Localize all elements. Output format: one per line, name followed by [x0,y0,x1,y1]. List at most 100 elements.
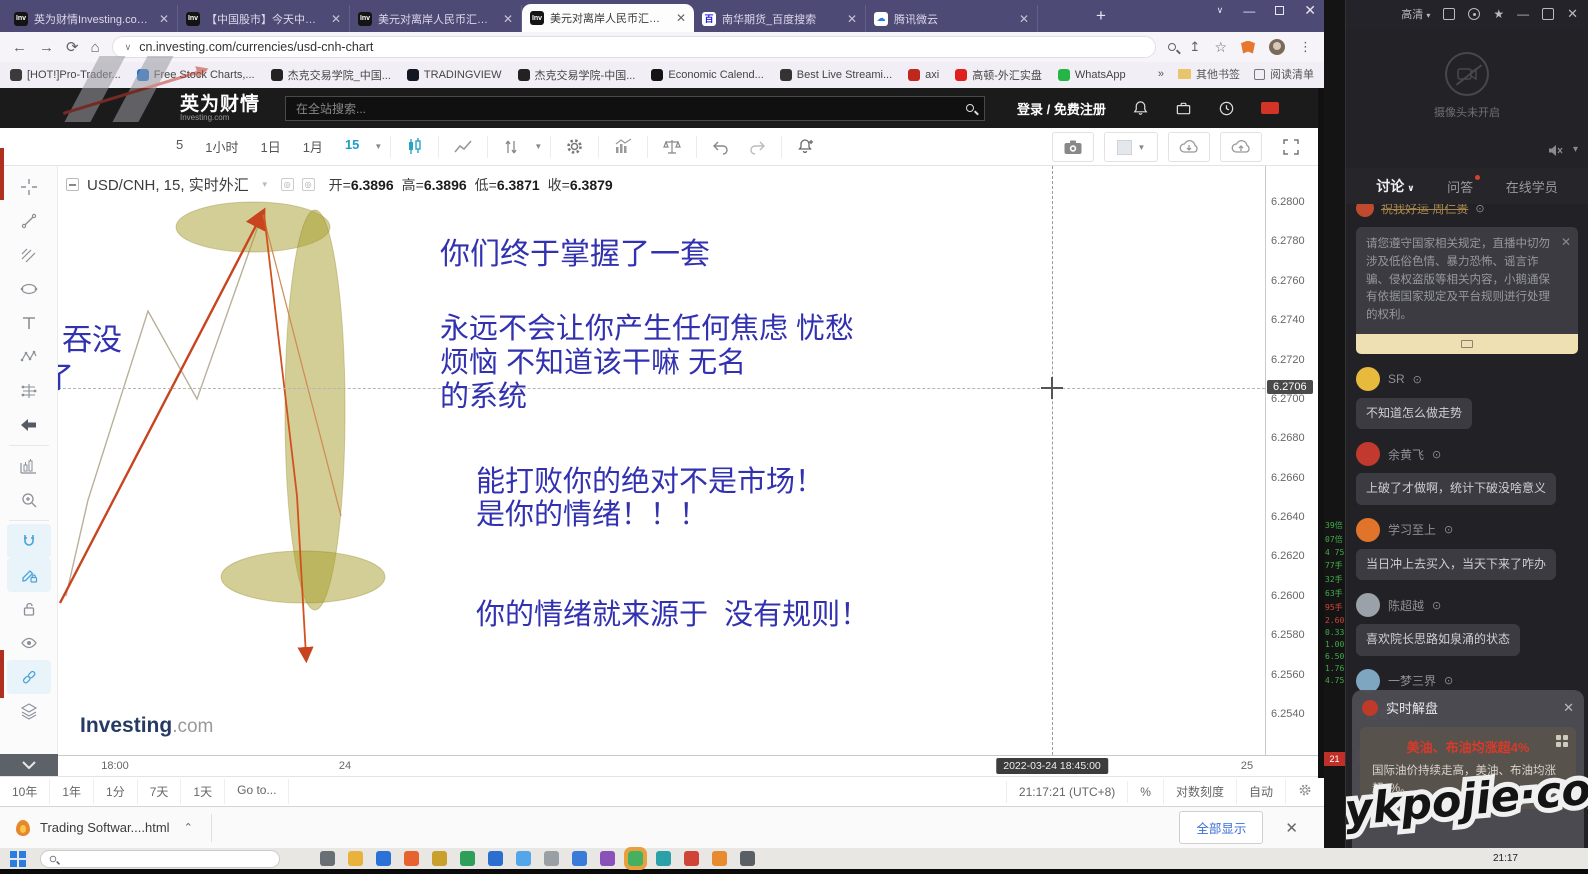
settings-gear-icon[interactable] [555,133,594,160]
site-logo[interactable]: 英为财情 Investing.com [180,95,260,122]
interval-button[interactable]: 5 [165,133,194,160]
chart-mini-icon-2[interactable]: ◎ [302,178,315,191]
shapes-tool-icon[interactable] [7,272,51,306]
zoom-in-tool-icon[interactable] [7,483,51,517]
url-field[interactable]: ∨ cn.investing.com/currencies/usd-cnh-ch… [112,36,1156,58]
interval-button[interactable]: 15 [334,133,370,160]
range-button[interactable]: 1天 [181,779,225,804]
login-register-link[interactable]: 登录 / 免费注册 [1017,99,1106,118]
zoom-icon[interactable] [1168,43,1176,51]
portfolio-icon[interactable] [1175,100,1192,117]
percent-scale-button[interactable]: % [1127,781,1163,803]
menu-dots-icon[interactable]: ⋮ [1299,39,1312,55]
tab-close-icon[interactable]: ✕ [159,12,169,26]
range-button[interactable]: 7天 [138,779,182,804]
minimize-button[interactable]: — [1243,4,1255,18]
tab-close-icon[interactable]: ✕ [847,12,857,26]
taskbar-app-icon[interactable] [376,851,391,866]
pin-star-icon[interactable]: ★ [1493,7,1504,21]
bar-pattern-icon[interactable] [7,449,51,483]
range-button[interactable]: 1年 [50,779,94,804]
annotation-text-left[interactable]: 吞没 [62,324,122,358]
collapse-video-chevron-icon[interactable]: ▾ [1573,144,1578,160]
bookmark-item[interactable]: 高顿-外汇实盘 [955,67,1042,83]
interval-button[interactable]: 1月 [292,133,334,160]
pattern-tool-icon[interactable] [7,340,51,374]
browser-tab[interactable]: 南华期货_百度搜索 ✕ [694,5,866,32]
tab-qa[interactable]: 问答 [1447,177,1473,196]
bookmark-star-icon[interactable]: ☆ [1214,39,1227,56]
download-options-chevron-icon[interactable]: ⌃ [184,821,193,834]
bookmarks-overflow-icon[interactable]: » [1158,68,1164,80]
site-info-icon[interactable]: ∨ [125,42,132,53]
layout-select-button[interactable]: ▼ [1104,132,1158,162]
chart-plot-area[interactable]: USD/CNH, 15, 实时外汇 ▼ ◎ ◎ 开=6.3896 高=6.389… [58,166,1324,776]
tab-close-icon[interactable]: ✕ [676,11,686,25]
reload-icon[interactable]: ⟳ [66,38,79,56]
log-scale-button[interactable]: 对数刻度 [1163,779,1236,804]
pitchfork-tool-icon[interactable] [7,238,51,272]
bookmark-item[interactable]: 杰克交易学院_中国... [271,67,391,83]
tab-close-icon[interactable]: ✕ [503,12,513,26]
text-tool-icon[interactable] [7,306,51,340]
interval-dropdown-icon[interactable]: ▼ [370,142,386,151]
price-axis[interactable]: 6.28006.27806.27606.27406.27206.27006.26… [1271,196,1305,720]
taskbar-app-icon[interactable] [740,851,755,866]
annotation-ellipse-vertical[interactable] [285,210,345,610]
bookmark-item[interactable]: Best Live Streami... [780,69,892,81]
lock-all-icon[interactable] [7,592,51,626]
taskbar-app-icon[interactable] [572,851,587,866]
taskbar-app-icon[interactable] [320,851,335,866]
taskbar-app-icon[interactable] [684,851,699,866]
compare-icon[interactable] [492,134,530,160]
extension-fox-icon[interactable] [1241,41,1255,54]
tab-close-icon[interactable]: ✕ [1019,12,1029,26]
undo-icon[interactable] [701,135,739,159]
annotation-text-left-clipped[interactable]: 了 [58,362,74,396]
browser-tab[interactable]: 腾讯微云 ✕ [866,5,1038,32]
language-flag-icon[interactable] [1261,102,1279,114]
magnet-tool-icon[interactable] [7,524,51,558]
object-tree-layers-icon[interactable] [7,694,51,728]
browser-tab[interactable]: 英为财情Investing.com_全... ✕ [6,5,178,32]
tab-discussion[interactable]: 讨论∨ [1376,176,1414,196]
tab-online-students[interactable]: 在线学员 [1506,177,1558,196]
chart-mini-icon-1[interactable]: ◎ [281,178,294,191]
forecast-tool-icon[interactable] [7,374,51,408]
taskbar-app-icon[interactable] [600,851,615,866]
trend-line-tool-icon[interactable] [7,204,51,238]
record-icon[interactable] [1468,8,1480,20]
redo-icon[interactable] [739,135,777,159]
interval-button[interactable]: 1小时 [194,133,249,160]
scales-icon[interactable] [652,134,692,160]
toolbar-collapse-chevron-icon[interactable] [0,754,58,776]
taskbar-app-icon[interactable] [516,851,531,866]
drawing-lock-icon[interactable] [7,558,51,592]
tab-close-icon[interactable]: ✕ [331,12,341,26]
taskbar-app-icon[interactable] [488,851,503,866]
taskbar-app-icon[interactable] [404,851,419,866]
download-file-name[interactable]: Trading Softwar....html [40,820,170,835]
download-bar-close-icon[interactable]: ✕ [1285,819,1298,837]
auto-scale-button[interactable]: 自动 [1236,779,1285,804]
live-maximize-icon[interactable] [1542,8,1554,20]
range-button[interactable]: 1分 [94,779,138,804]
profile-avatar[interactable] [1269,39,1285,55]
footer-gear-icon[interactable] [1285,779,1324,804]
back-icon[interactable]: ← [12,39,27,56]
fullscreen-icon[interactable] [1272,134,1310,160]
hide-drawings-eye-icon[interactable] [7,626,51,660]
collapse-icon[interactable] [66,178,79,191]
annotation-arrow-up[interactable] [60,216,261,603]
compare-dropdown-icon[interactable]: ▼ [530,142,546,151]
show-all-downloads-button[interactable]: 全部显示 [1179,811,1263,844]
bookmark-item[interactable]: WhatsApp [1058,69,1126,81]
history-clock-icon[interactable] [1218,100,1235,117]
notice-close-icon[interactable]: ✕ [1561,233,1571,252]
link-tool-icon[interactable] [7,660,51,694]
quality-selector[interactable]: 高清 ▾ [1401,6,1430,22]
home-icon[interactable]: ⌂ [91,39,100,56]
bookmark-item[interactable]: TRADINGVIEW [407,69,502,81]
browser-tab[interactable]: 【中国股市】今天中国股票... ✕ [178,5,350,32]
search-icon[interactable] [966,104,974,112]
